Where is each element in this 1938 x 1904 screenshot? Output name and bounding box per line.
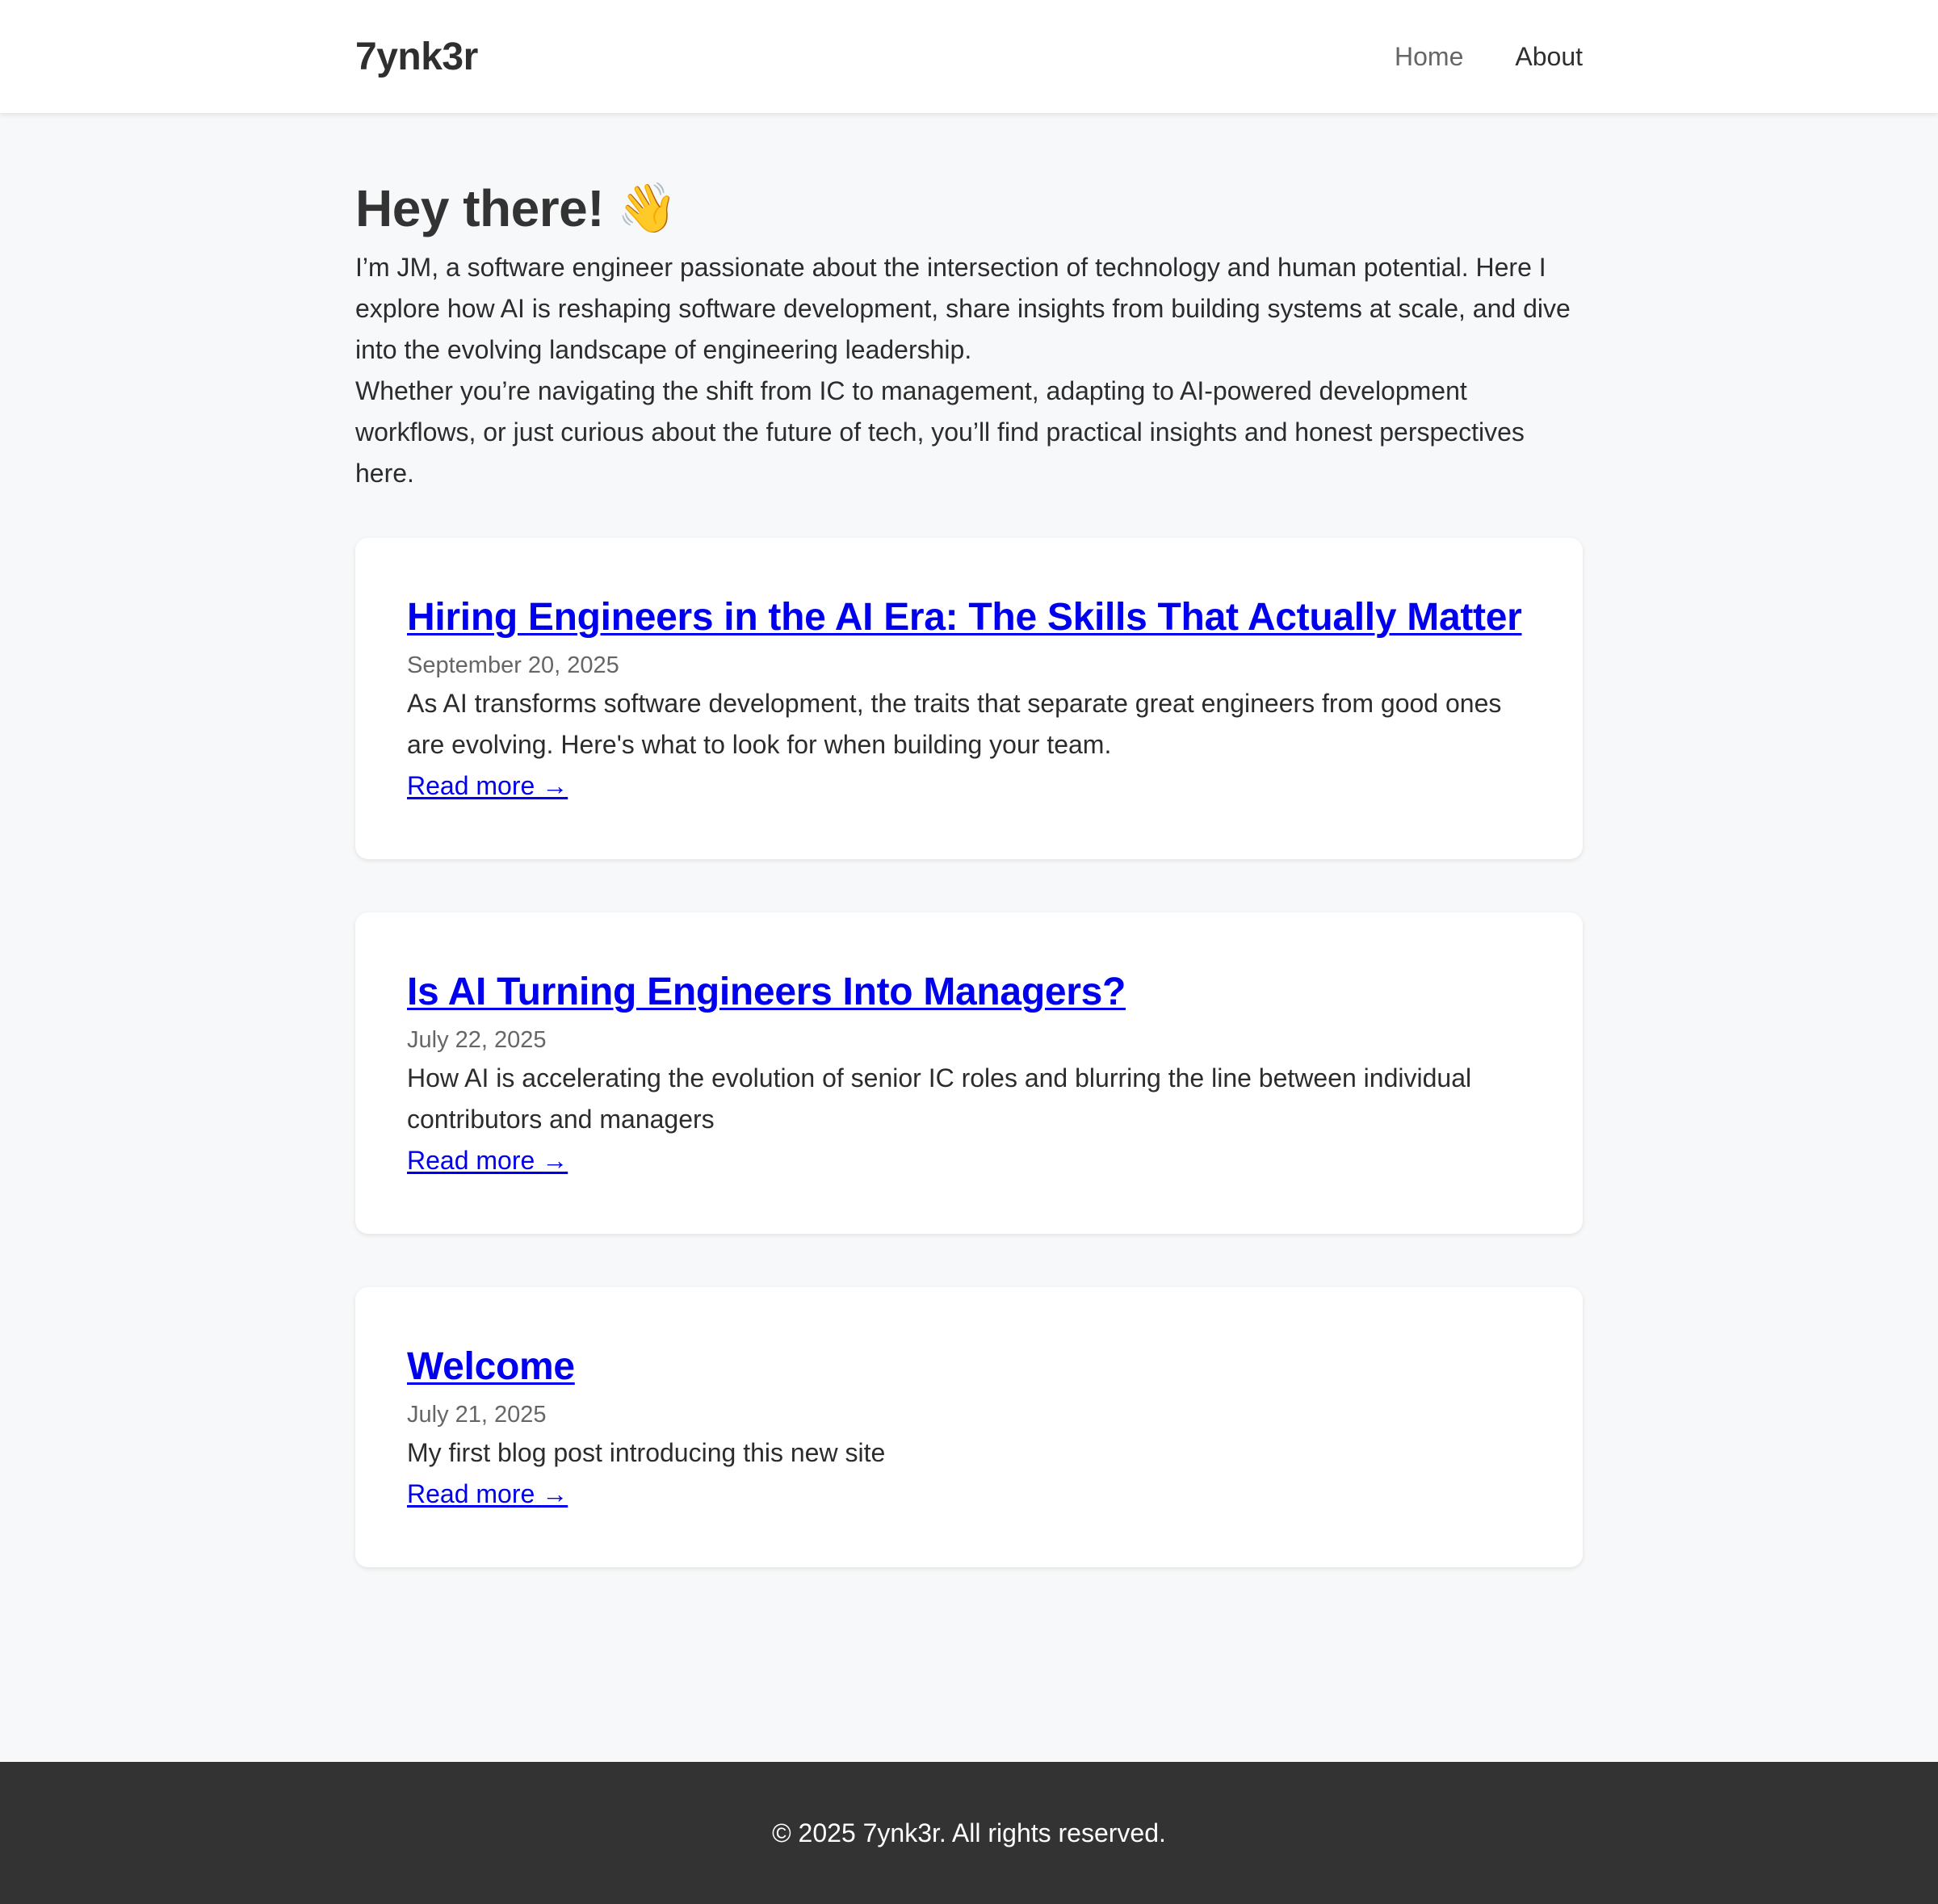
post-date: September 20, 2025 bbox=[407, 652, 619, 678]
post-title-link[interactable]: Is AI Turning Engineers Into Managers? bbox=[407, 971, 1126, 1013]
post-title-link[interactable]: Welcome bbox=[407, 1345, 575, 1388]
hero-title-text: Hey there! bbox=[355, 179, 605, 237]
waving-hand-icon: 👋 bbox=[617, 181, 677, 235]
read-more-link[interactable]: Read more → bbox=[407, 765, 568, 806]
post-title: Is AI Turning Engineers Into Managers? bbox=[407, 969, 1531, 1016]
post-card: Welcome July 21, 2025 My first blog post… bbox=[355, 1287, 1583, 1567]
page-title: Hey there! 👋 bbox=[355, 176, 1583, 241]
intro-paragraph: Whether you’re navigating the shift from… bbox=[355, 376, 1525, 488]
hero-section: Hey there! 👋 I’m JM, a software engineer… bbox=[355, 176, 1583, 494]
nav-link-about[interactable]: About bbox=[1515, 42, 1583, 72]
post-card: Hiring Engineers in the AI Era: The Skil… bbox=[355, 538, 1583, 859]
intro-text: I’m JM, a software engineer passionate a… bbox=[355, 247, 1583, 494]
main-nav: Home About bbox=[1395, 42, 1583, 72]
site-logo[interactable]: 7ynk3r bbox=[355, 35, 478, 79]
post-title: Welcome bbox=[407, 1344, 1531, 1390]
post-excerpt: My first blog post introducing this new … bbox=[407, 1438, 886, 1467]
post-list: Hiring Engineers in the AI Era: The Skil… bbox=[355, 538, 1583, 1567]
read-more-link[interactable]: Read more → bbox=[407, 1140, 568, 1181]
post-date: July 22, 2025 bbox=[407, 1027, 547, 1053]
nav-link-home[interactable]: Home bbox=[1395, 42, 1463, 72]
post-excerpt: How AI is accelerating the evolution of … bbox=[407, 1063, 1472, 1134]
site-footer: © 2025 7ynk3r. All rights reserved. bbox=[0, 1762, 1938, 1904]
post-title-link[interactable]: Hiring Engineers in the AI Era: The Skil… bbox=[407, 596, 1522, 639]
header-container: 7ynk3r Home About bbox=[355, 0, 1583, 113]
post-title: Hiring Engineers in the AI Era: The Skil… bbox=[407, 594, 1531, 641]
copyright-text: © 2025 7ynk3r. All rights reserved. bbox=[772, 1818, 1166, 1847]
site-header: 7ynk3r Home About bbox=[0, 0, 1938, 113]
post-card: Is AI Turning Engineers Into Managers? J… bbox=[355, 912, 1583, 1234]
read-more-link[interactable]: Read more → bbox=[407, 1474, 568, 1514]
main-content: Hey there! 👋 I’m JM, a software engineer… bbox=[355, 176, 1583, 1567]
post-excerpt: As AI transforms software development, t… bbox=[407, 689, 1502, 759]
intro-paragraph: I’m JM, a software engineer passionate a… bbox=[355, 253, 1571, 364]
post-date: July 21, 2025 bbox=[407, 1402, 547, 1428]
